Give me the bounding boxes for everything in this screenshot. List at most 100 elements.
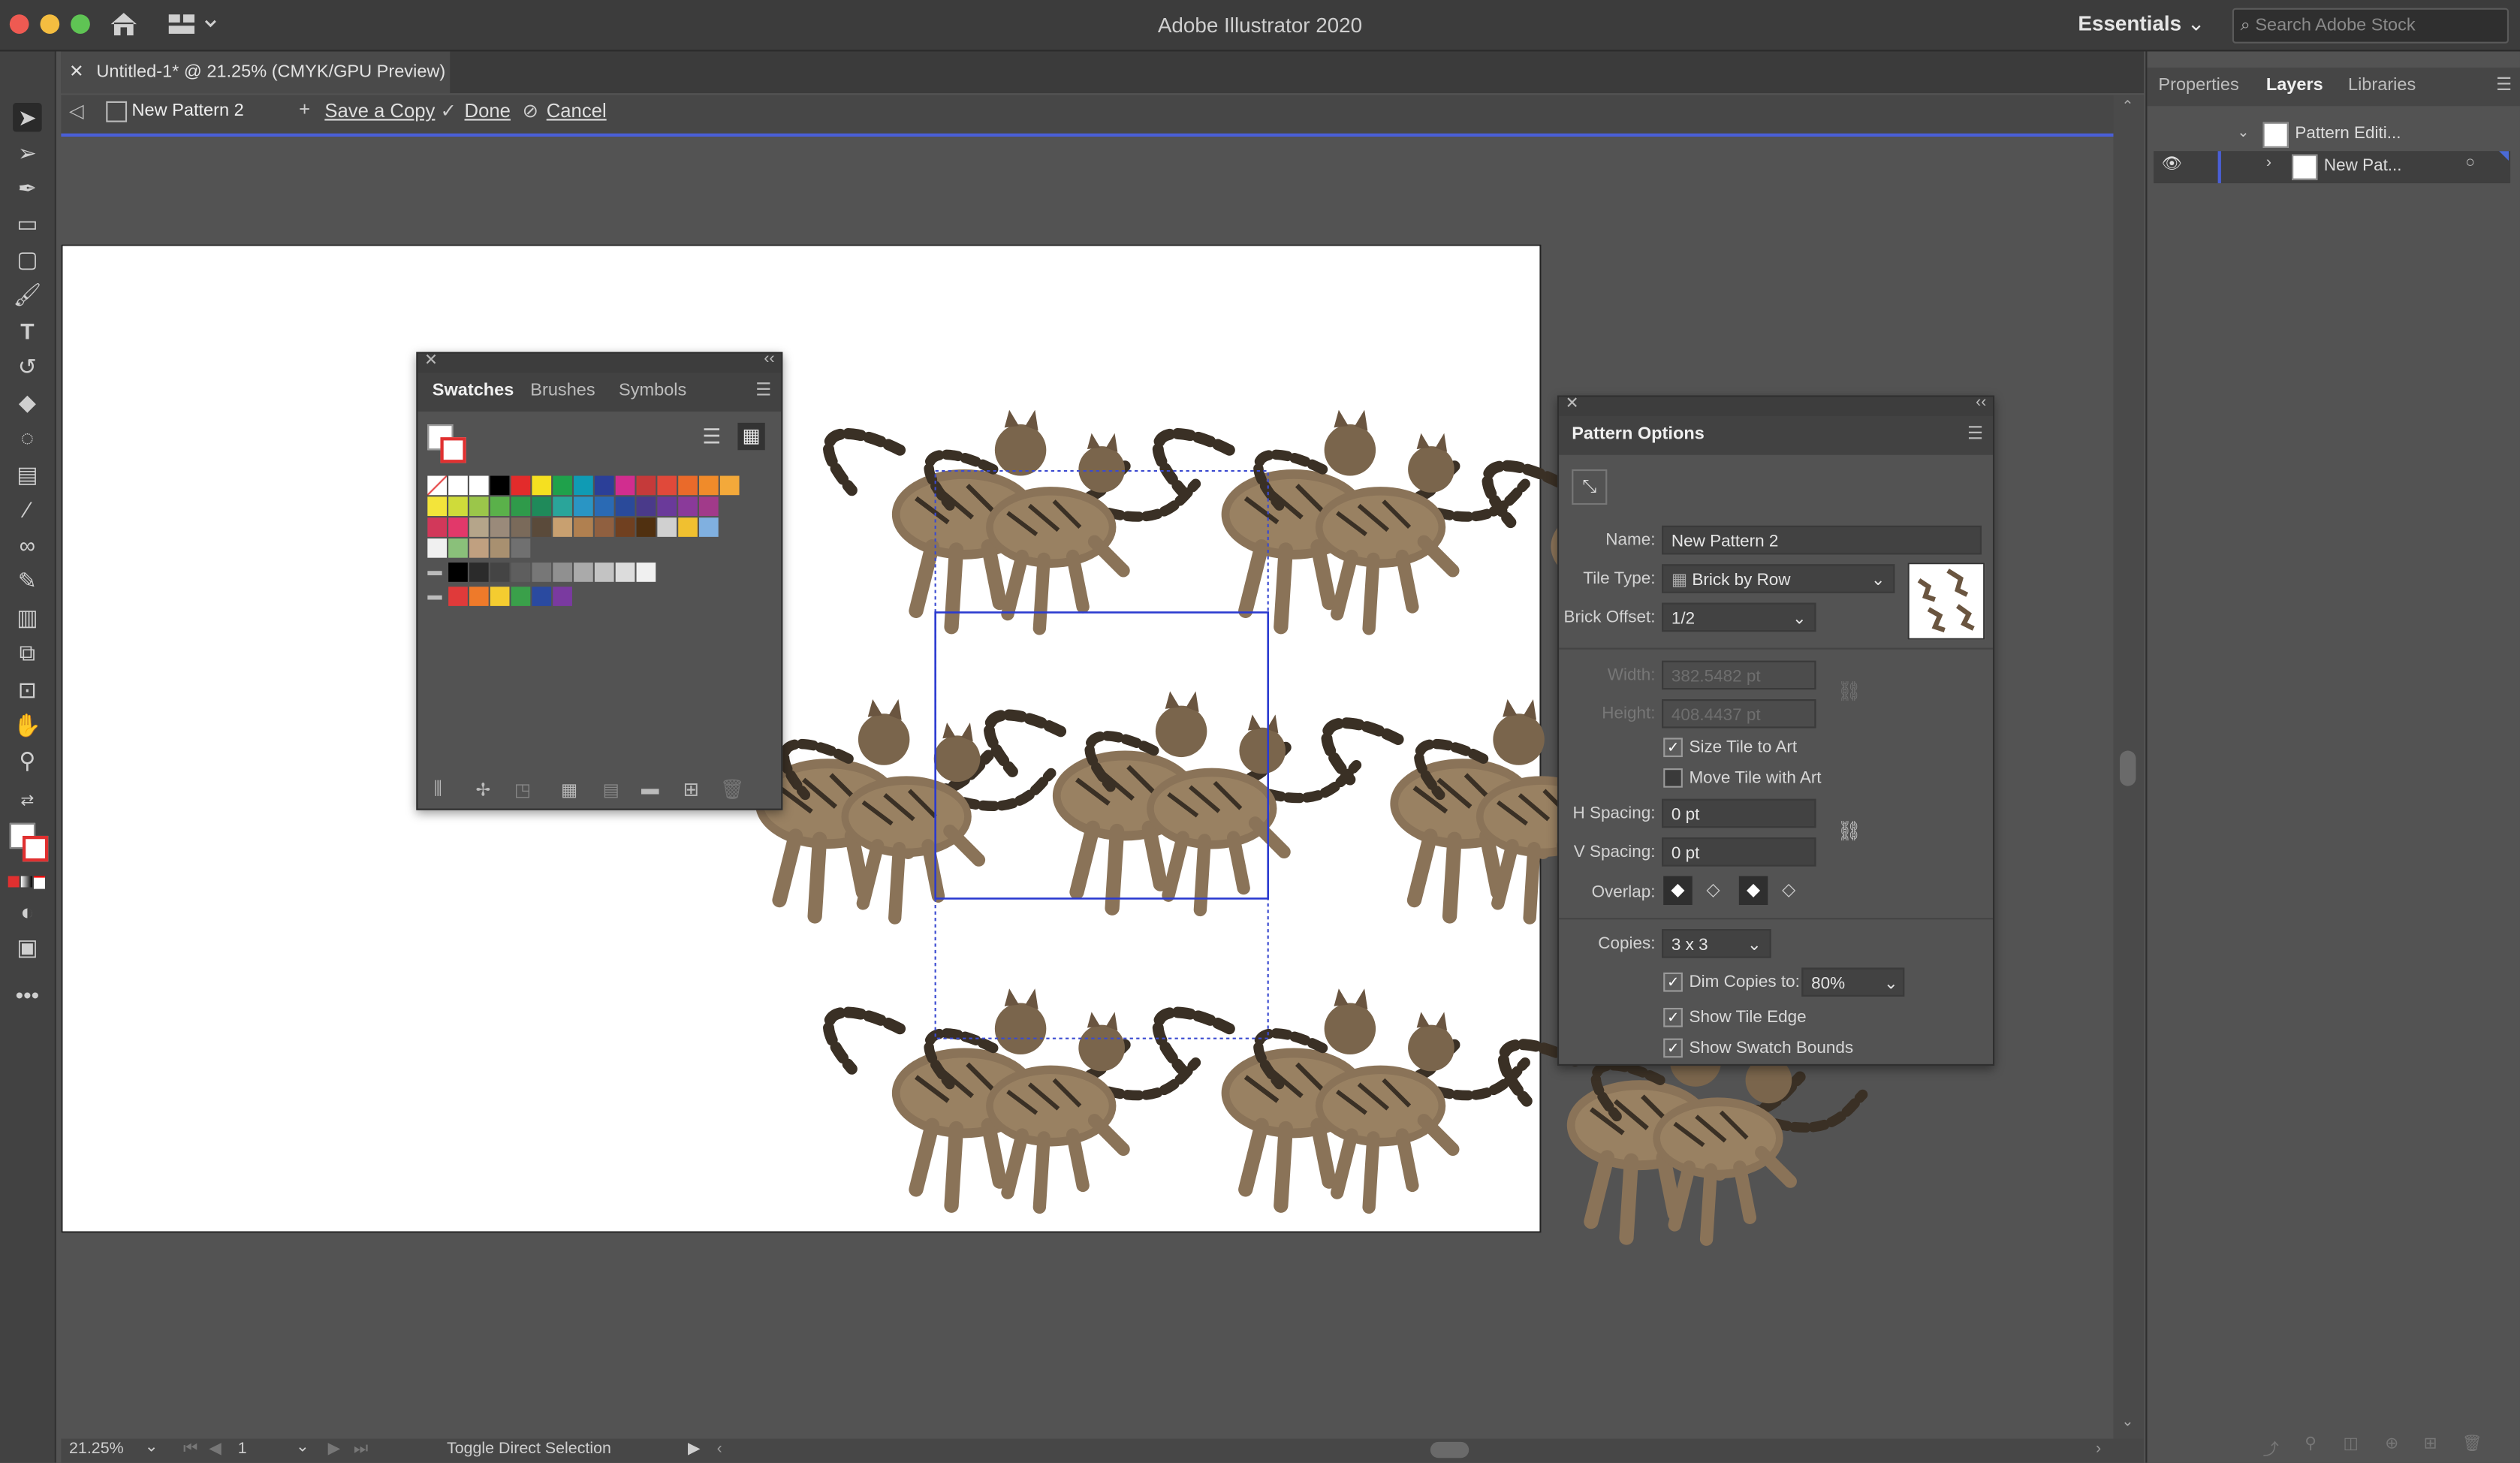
swatch[interactable] (678, 496, 698, 517)
panel-menu-icon[interactable]: ☰ (2496, 74, 2512, 95)
right-in-front-icon[interactable]: ◇ (1699, 876, 1728, 905)
width-input[interactable]: 382.5482 pt (1662, 660, 1816, 690)
swatch[interactable] (636, 496, 656, 517)
swatch[interactable] (553, 517, 572, 537)
swatch[interactable] (511, 563, 531, 582)
artboard-number[interactable]: 1 (238, 1440, 247, 1458)
zoom-level[interactable]: 21.25% (69, 1440, 124, 1458)
height-input[interactable]: 408.4437 pt (1662, 699, 1816, 728)
close-panel-icon[interactable]: ✕ (424, 352, 438, 370)
swatch[interactable] (574, 496, 593, 517)
close-panel-icon[interactable]: ✕ (1566, 396, 1579, 414)
show-tile-edge-checkbox[interactable]: ✓ (1663, 1007, 1683, 1027)
swatch[interactable] (532, 587, 552, 606)
scroll-down-icon[interactable]: ⌄ (2121, 1413, 2133, 1431)
target-icon[interactable]: ○ (2465, 154, 2475, 172)
swatch[interactable] (490, 475, 510, 496)
swatch[interactable] (532, 563, 552, 582)
v-spacing-input[interactable]: 0 pt (1662, 837, 1816, 867)
pattern-tile-tool-icon[interactable]: ⤡ (1572, 469, 1608, 505)
swatch[interactable] (532, 475, 552, 496)
swatch[interactable] (699, 517, 719, 537)
swatch[interactable] (594, 517, 614, 537)
move-tile-checkbox[interactable] (1663, 768, 1683, 788)
locate-object-icon[interactable]: ⚲ (2304, 1435, 2317, 1453)
swatch[interactable] (553, 587, 572, 606)
dim-copies-dropdown[interactable]: 80% ⌄ (1801, 967, 1905, 997)
new-group-folder-icon[interactable]: ▬ (641, 780, 659, 799)
swatch[interactable] (574, 517, 593, 537)
swatch[interactable] (490, 538, 510, 558)
status-menu-icon[interactable]: ▶ (688, 1440, 700, 1458)
swatch[interactable] (678, 475, 698, 496)
swatch[interactable] (469, 563, 489, 582)
tab-swatches[interactable]: Swatches (433, 381, 514, 400)
show-swatch-bounds-checkbox[interactable]: ✓ (1663, 1038, 1683, 1058)
swatch[interactable] (448, 517, 468, 537)
swatch[interactable] (511, 517, 531, 537)
chevron-down-icon[interactable]: ⌄ (2237, 124, 2249, 142)
pattern-name-input[interactable]: New Pattern 2 (1662, 525, 1982, 555)
swatch[interactable] (469, 587, 489, 606)
make-clip-mask-icon[interactable]: ◫ (2344, 1435, 2359, 1453)
tab-brushes[interactable]: Brushes (530, 381, 595, 400)
swatch[interactable] (448, 563, 468, 582)
swatch[interactable] (490, 587, 510, 606)
swatch[interactable] (657, 496, 677, 517)
swatch[interactable] (574, 563, 593, 582)
size-tile-checkbox[interactable]: ✓ (1663, 738, 1683, 758)
swatch[interactable] (657, 517, 677, 537)
vertical-scrollbar[interactable]: ⌃ ⌄ (2113, 95, 2145, 1439)
grid-view-icon[interactable]: ▦ (737, 422, 765, 451)
swatch[interactable] (448, 496, 468, 517)
swatch[interactable] (615, 563, 635, 582)
swatch[interactable] (636, 563, 656, 582)
top-in-front-icon[interactable]: ◆ (1738, 876, 1768, 905)
scroll-right-icon[interactable]: › (2096, 1440, 2101, 1458)
first-artboard-icon[interactable]: ⏮ (183, 1440, 197, 1458)
swatch[interactable] (699, 496, 719, 517)
chevron-down-icon[interactable]: ⌄ (296, 1439, 309, 1457)
scroll-up-icon[interactable]: ⌃ (2121, 98, 2133, 116)
swatch[interactable] (427, 538, 448, 558)
panel-menu-icon[interactable]: ☰ (1967, 423, 1983, 444)
dim-copies-checkbox[interactable]: ✓ (1663, 972, 1683, 992)
color-group-folder-icon[interactable]: ▬ (427, 563, 447, 582)
layer-row-selected[interactable]: 👁 › New Pat... ○ (2154, 151, 2511, 183)
scrollbar-thumb[interactable] (2120, 750, 2136, 786)
swatch[interactable] (678, 517, 698, 537)
collapse-panel-icon[interactable]: ‹‹ (1976, 394, 1986, 412)
swatch-kinds-icon[interactable]: ✢ (476, 780, 491, 801)
swatch[interactable] (553, 475, 572, 496)
swatch[interactable] (553, 563, 572, 582)
swatch[interactable] (427, 517, 448, 537)
left-in-front-icon[interactable]: ◆ (1663, 876, 1693, 905)
link-proportions-icon[interactable]: ⛓ (1837, 680, 1861, 702)
tab-layers[interactable]: Layers (2266, 76, 2323, 95)
tab-pattern-options[interactable]: Pattern Options (1572, 424, 1705, 444)
stock-search[interactable]: ⌕ Search Adobe Stock (2232, 8, 2509, 44)
swatch[interactable] (615, 496, 635, 517)
tab-properties[interactable]: Properties (2158, 76, 2238, 95)
trash-icon[interactable]: 🗑 (2462, 1435, 2482, 1453)
tab-libraries[interactable]: Libraries (2348, 76, 2416, 95)
swatch[interactable] (511, 587, 531, 606)
swatch[interactable] (511, 538, 531, 558)
new-swatch-icon[interactable]: ⊞ (683, 778, 700, 801)
layer-row[interactable]: ⌄ Pattern Editi... (2154, 119, 2510, 151)
swatch[interactable] (636, 475, 656, 496)
export-icon[interactable]: ⤴ (2263, 1435, 2279, 1460)
swatch[interactable] (615, 517, 635, 537)
swatch[interactable] (511, 475, 531, 496)
swatch-libraries-icon[interactable]: ⫼ (434, 780, 442, 801)
swatch[interactable] (511, 496, 531, 517)
prev-artboard-icon[interactable]: ◀ (209, 1440, 221, 1458)
swatch[interactable] (448, 475, 468, 496)
swatch[interactable] (490, 563, 510, 582)
swatch[interactable] (615, 475, 635, 496)
swatch[interactable] (594, 563, 614, 582)
tile-type-dropdown[interactable]: ▦ Brick by Row ⌄ (1662, 564, 1895, 593)
swatch[interactable] (657, 475, 677, 496)
swatch[interactable] (699, 475, 719, 496)
swatch[interactable] (594, 496, 614, 517)
